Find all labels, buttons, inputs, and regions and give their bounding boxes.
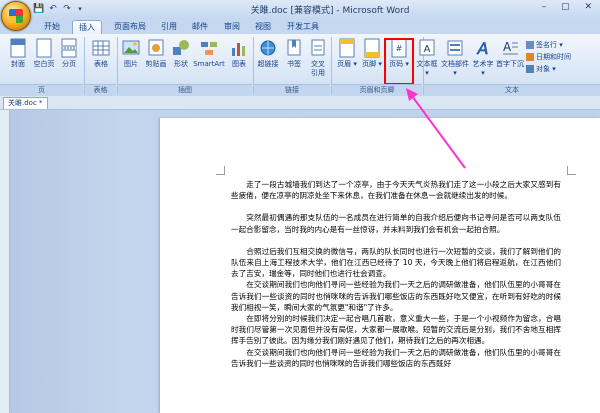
undo-icon[interactable]: ↶: [47, 3, 59, 15]
table-button[interactable]: 表格: [88, 38, 114, 69]
group-tables-label: 表格: [85, 84, 116, 96]
bookmark-button[interactable]: 书签: [281, 38, 307, 69]
group-header-footer-label: 页眉和页脚: [332, 84, 422, 96]
chart-button[interactable]: 图表: [226, 38, 252, 69]
office-logo-icon: [9, 9, 23, 23]
tab-page-layout[interactable]: 页面布局: [108, 20, 152, 34]
redo-icon[interactable]: ↷: [61, 3, 73, 15]
window-controls[interactable]: – ▢ ✕: [542, 2, 598, 12]
bookmark-icon: [287, 39, 301, 56]
paragraph: 突然最初偶遇的那支队伍的一名成员在进行简单的自我介绍后便向书记寻问是否可以两支队…: [231, 213, 561, 234]
page-break-icon: [61, 38, 77, 58]
paragraph: 在即将分别的时候我们决定一起合唱几首歌，意义重大一些，于是一个小视频作为留念，合…: [231, 314, 561, 346]
blank-page-icon: [36, 38, 52, 58]
clipart-icon: [148, 39, 164, 56]
window-title: 关雎.doc [兼容模式] - Microsoft Word: [250, 6, 410, 16]
cross-reference-button[interactable]: 交叉 引用: [305, 38, 331, 78]
footer-button[interactable]: 页脚 ▾: [359, 38, 385, 69]
paragraph: 合照过后我们互相交换的微信号，两队的队长同时也进行一次短暂的交谈，我们了解到他们…: [231, 246, 561, 279]
paragraph: 在交谈期间我们也向他们寻问一些经验为我们一天之后的调研做准备，他们队伍里的小哥哥…: [231, 347, 561, 368]
cover-page-icon: [10, 38, 26, 58]
tab-insert[interactable]: 插入: [72, 20, 102, 35]
shapes-icon: [173, 40, 189, 55]
header-icon: [339, 38, 355, 58]
quick-access-dropdown-icon[interactable]: ▾: [74, 3, 86, 15]
header-button[interactable]: 页眉 ▾: [334, 38, 360, 69]
quick-parts-icon: [447, 40, 463, 56]
document-tab[interactable]: 关雎.doc *: [3, 97, 48, 109]
tab-developer[interactable]: 开发工具: [281, 20, 325, 34]
smartart-button[interactable]: SmartArt: [192, 38, 226, 69]
svg-text:A: A: [477, 39, 489, 58]
crop-mark: [567, 166, 576, 175]
cross-reference-icon: [311, 39, 325, 56]
clipart-button[interactable]: 剪贴画: [143, 38, 169, 69]
paragraph: 在交谈期间我们也向他们寻问一些经验为我们一天之后的调研做准备，他们队伍里的小哥哥…: [231, 280, 561, 312]
textbox-icon: A: [419, 39, 435, 56]
tab-home[interactable]: 开始: [38, 20, 66, 34]
hyperlink-button[interactable]: 超链接: [254, 38, 282, 69]
page-break-button[interactable]: 分页: [56, 38, 82, 69]
signature-line-button[interactable]: 签名行 ▾: [526, 40, 563, 50]
group-illustrations-label: 插图: [118, 84, 252, 96]
page-number-highlight-box: [384, 38, 414, 85]
tab-mailings[interactable]: 邮件: [186, 20, 214, 34]
hyperlink-icon: [260, 40, 276, 56]
cover-page-button[interactable]: 封面: [5, 38, 31, 69]
table-icon: [92, 40, 110, 56]
tab-review[interactable]: 审阅: [218, 20, 246, 34]
group-pages-label: 页: [0, 84, 83, 96]
tab-references[interactable]: 引用: [155, 20, 183, 34]
picture-button[interactable]: 图片: [118, 38, 144, 69]
crop-mark: [216, 166, 225, 175]
calendar-icon: [526, 53, 534, 61]
smartart-icon: [201, 42, 217, 55]
dropcap-icon: A: [503, 40, 518, 55]
object-icon: [526, 65, 534, 73]
wordart-button[interactable]: A 艺术字 ▾: [470, 38, 496, 78]
svg-text:A: A: [424, 44, 431, 55]
dropcap-button[interactable]: A 首字下沉: [496, 38, 524, 69]
object-button[interactable]: 对象 ▾: [526, 64, 556, 74]
group-text-label: 文本: [424, 84, 600, 96]
signature-icon: [526, 41, 534, 49]
paragraph: 走了一段古城墙我们到达了一个凉亭，由于今天天气炎热我们走了这一小段之后大家又感到…: [231, 180, 561, 201]
vertical-ruler: [0, 110, 10, 413]
save-icon[interactable]: 💾: [33, 3, 45, 15]
office-button[interactable]: [1, 1, 31, 31]
document-tab-strip: [0, 96, 600, 110]
shapes-button[interactable]: 形状: [168, 38, 194, 69]
document-body[interactable]: 走了一段古城墙我们到达了一个凉亭，由于今天天气炎热我们走了这一小段之后大家又感到…: [231, 179, 561, 380]
footer-icon: [364, 38, 380, 58]
datetime-button[interactable]: 日期和时间: [526, 52, 571, 62]
tab-view[interactable]: 视图: [249, 20, 277, 34]
wordart-icon: A: [476, 39, 489, 58]
picture-icon: [122, 40, 140, 55]
textbox-button[interactable]: A 文本框 ▾: [414, 38, 440, 78]
chart-icon: [232, 43, 245, 56]
group-links-label: 链接: [254, 84, 330, 96]
quick-parts-button[interactable]: 文档部件 ▾: [440, 38, 470, 78]
blank-page-button[interactable]: 空白页: [31, 38, 57, 69]
svg-text:A: A: [503, 40, 512, 54]
